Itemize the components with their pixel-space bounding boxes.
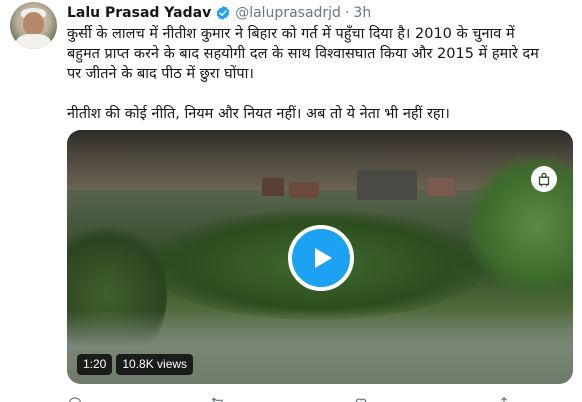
play-button[interactable] <box>288 225 354 291</box>
author-handle[interactable]: @laluprasadrjd <box>235 5 341 21</box>
retweet-icon <box>211 397 223 402</box>
tweet-header: Lalu Prasad Yadav @laluprasadrjd · 3h <box>67 4 371 22</box>
video-frame-rubble <box>289 182 319 198</box>
reply-button[interactable] <box>67 393 83 402</box>
verified-badge-icon <box>215 5 231 21</box>
tweet-text-line: बहुमत प्राप्त करने के बाद सहयोगी दल के स… <box>67 46 539 62</box>
avatar-shirt <box>16 34 51 49</box>
video-stats: 1:20 10.8K views <box>77 354 194 376</box>
video-duration: 1:20 <box>77 354 113 375</box>
tweet-card[interactable]: Lalu Prasad Yadav @laluprasadrjd · 3h कु… <box>0 0 582 402</box>
tweet-text-line: कुर्सी के लालच में नीतीश कुमार ने बिहार … <box>67 26 515 42</box>
reply-icon <box>69 397 81 402</box>
video-frame-rubble <box>262 178 284 196</box>
video-views: 10.8K views <box>116 354 194 375</box>
play-icon <box>315 248 332 268</box>
avatar-face <box>23 12 44 36</box>
share-button[interactable] <box>496 393 512 402</box>
video-player[interactable]: 1:20 10.8K views <box>67 130 573 384</box>
video-frame-rubble <box>357 170 417 200</box>
retweet-button[interactable] <box>210 393 226 402</box>
tweet-text: कुर्सी के लालच में नीतीश कुमार ने बिहार … <box>67 24 572 124</box>
video-frame-rubble <box>427 178 455 196</box>
author-name[interactable]: Lalu Prasad Yadav <box>67 5 211 21</box>
like-icon <box>355 398 367 402</box>
share-icon <box>500 396 508 402</box>
separator-dot: · <box>344 5 350 21</box>
tweet-actions <box>67 393 572 402</box>
tweet-text-line: नीतीश की कोई नीति, नियम और नियत नहीं। अब… <box>67 106 450 122</box>
channel-logo-icon <box>531 166 557 192</box>
tweet-timestamp[interactable]: 3h <box>353 5 371 21</box>
like-button[interactable] <box>353 393 369 402</box>
tweet-text-line: पर जीतने के बाद पीठ में छुरा घोंपा। <box>67 66 254 82</box>
avatar[interactable] <box>10 2 57 49</box>
